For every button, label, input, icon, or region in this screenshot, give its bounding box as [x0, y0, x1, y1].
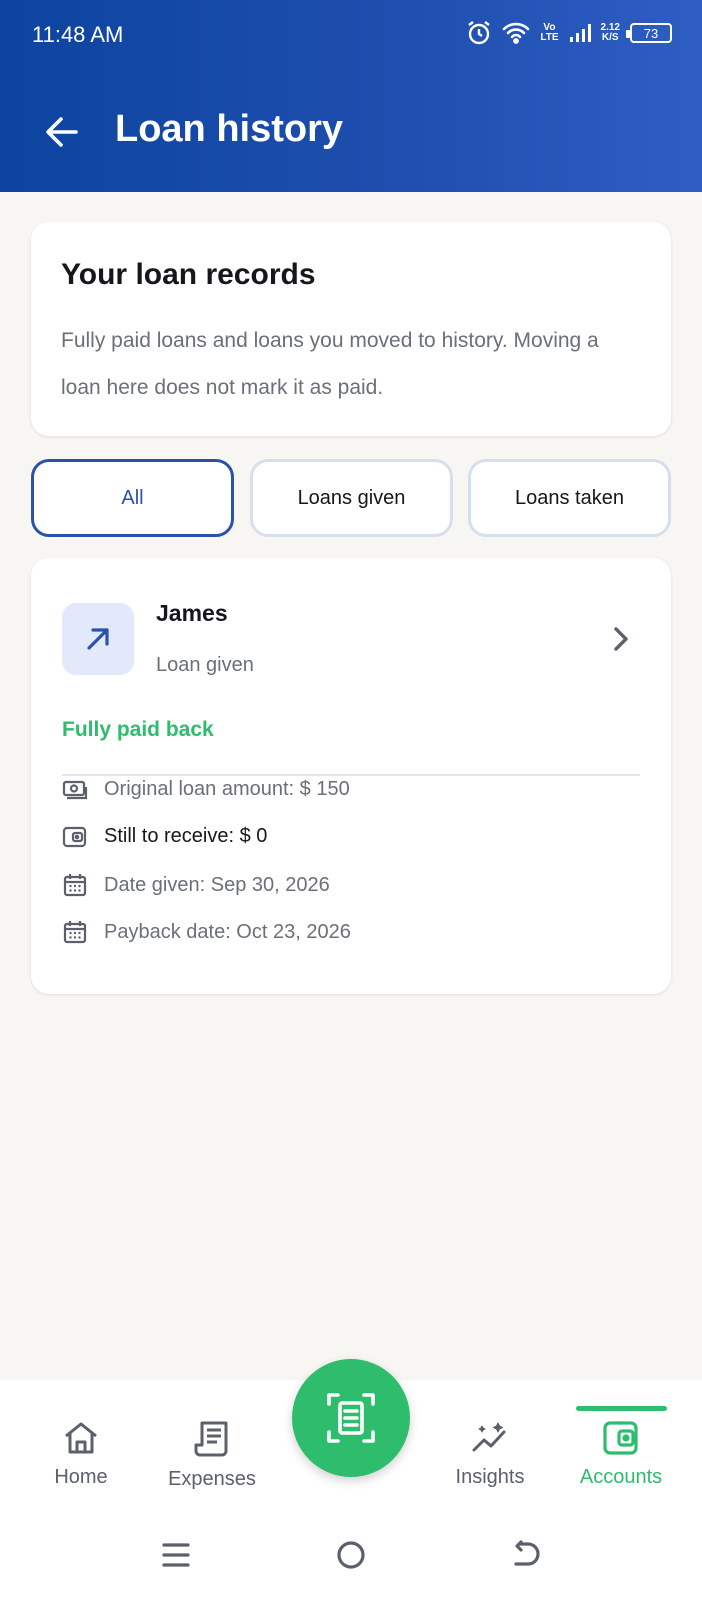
system-nav-bar	[0, 1520, 702, 1600]
nav-insights-label: Insights	[455, 1466, 525, 1488]
calendar-icon	[63, 874, 87, 897]
menu-icon[interactable]	[162, 1540, 190, 1570]
wifi-icon	[503, 22, 530, 44]
nav-accounts[interactable]: Accounts	[561, 1420, 681, 1489]
wallet-icon	[603, 1421, 638, 1455]
filter-loans-given-label: Loans given	[297, 486, 406, 509]
nav-home-label: Home	[54, 1466, 108, 1488]
status-icons: Vo LTE 2.12 K/S 73	[466, 20, 672, 46]
back-icon[interactable]	[512, 1540, 542, 1570]
filter-loans-given-button[interactable]: Loans given	[250, 459, 453, 537]
network-type: Vo LTE	[540, 23, 558, 43]
app-bar: 11:48 AM Vo LTE 2.12 K/S 73 Loan history	[0, 0, 702, 192]
status-time: 11:48 AM	[32, 22, 124, 47]
detail-payback-date-text: Payback date: Oct 23, 2026	[104, 920, 351, 943]
loan-type-label: Loan given	[156, 654, 254, 676]
chevron-right-icon[interactable]	[611, 624, 631, 654]
detail-date-given: Date given: Sep 30, 2026	[62, 872, 330, 898]
filter-loans-taken-button[interactable]: Loans taken	[468, 459, 671, 537]
info-card-description: Fully paid loans and loans you moved to …	[61, 329, 599, 399]
filter-all-button[interactable]: All	[31, 459, 234, 537]
insights-icon	[472, 1422, 506, 1452]
nav-expenses[interactable]: Expenses	[152, 1420, 272, 1491]
alarm-icon	[468, 21, 491, 45]
divider	[62, 774, 640, 776]
detail-payback-date: Payback date: Oct 23, 2026	[62, 919, 351, 945]
loan-type-icon-box	[62, 603, 134, 675]
wallet-icon	[62, 826, 87, 847]
loan-person-name: James	[156, 600, 228, 626]
arrow-up-right-icon	[87, 628, 109, 650]
page-title: Loan history	[115, 108, 344, 150]
loan-card[interactable]: James Loan given Fully paid back Origina…	[31, 558, 671, 994]
nav-home[interactable]: Home	[21, 1420, 141, 1489]
receipt-icon	[194, 1421, 228, 1457]
battery-icon: 73	[626, 23, 672, 43]
network-type-bottom: LTE	[540, 32, 559, 43]
detail-original-amount: Original loan amount: $ 150	[62, 778, 350, 801]
detail-still-to-receive-text: Still to receive: $ 0	[104, 825, 268, 847]
nav-accounts-label: Accounts	[579, 1466, 663, 1488]
back-button[interactable]	[42, 112, 82, 152]
filter-loans-taken-label: Loans taken	[515, 486, 624, 509]
signal-icon	[569, 24, 591, 42]
loan-status-badge: Fully paid back	[62, 718, 214, 741]
scan-receipt-icon	[327, 1393, 375, 1443]
network-speed-unit: K/S	[601, 32, 619, 43]
battery-level: 73	[643, 25, 659, 41]
filter-all-label: All	[121, 486, 144, 509]
cash-icon	[62, 780, 88, 799]
info-card: Your loan records Fully paid loans and l…	[31, 222, 671, 436]
scan-receipt-button[interactable]	[292, 1359, 410, 1477]
info-card-title: Your loan records	[61, 258, 316, 291]
nav-expenses-label: Expenses	[168, 1468, 256, 1490]
home-icon	[65, 1422, 97, 1454]
network-speed: 2.12 K/S	[601, 23, 620, 43]
detail-date-given-text: Date given: Sep 30, 2026	[104, 873, 330, 896]
detail-still-to-receive: Still to receive: $ 0	[62, 825, 267, 848]
calendar-icon	[63, 921, 87, 944]
detail-original-amount-text: Original loan amount: $ 150	[104, 778, 350, 800]
home-circle-icon[interactable]	[336, 1540, 366, 1570]
nav-insights[interactable]: Insights	[430, 1420, 550, 1489]
arrow-left-icon	[46, 117, 78, 147]
active-tab-indicator	[576, 1406, 667, 1411]
